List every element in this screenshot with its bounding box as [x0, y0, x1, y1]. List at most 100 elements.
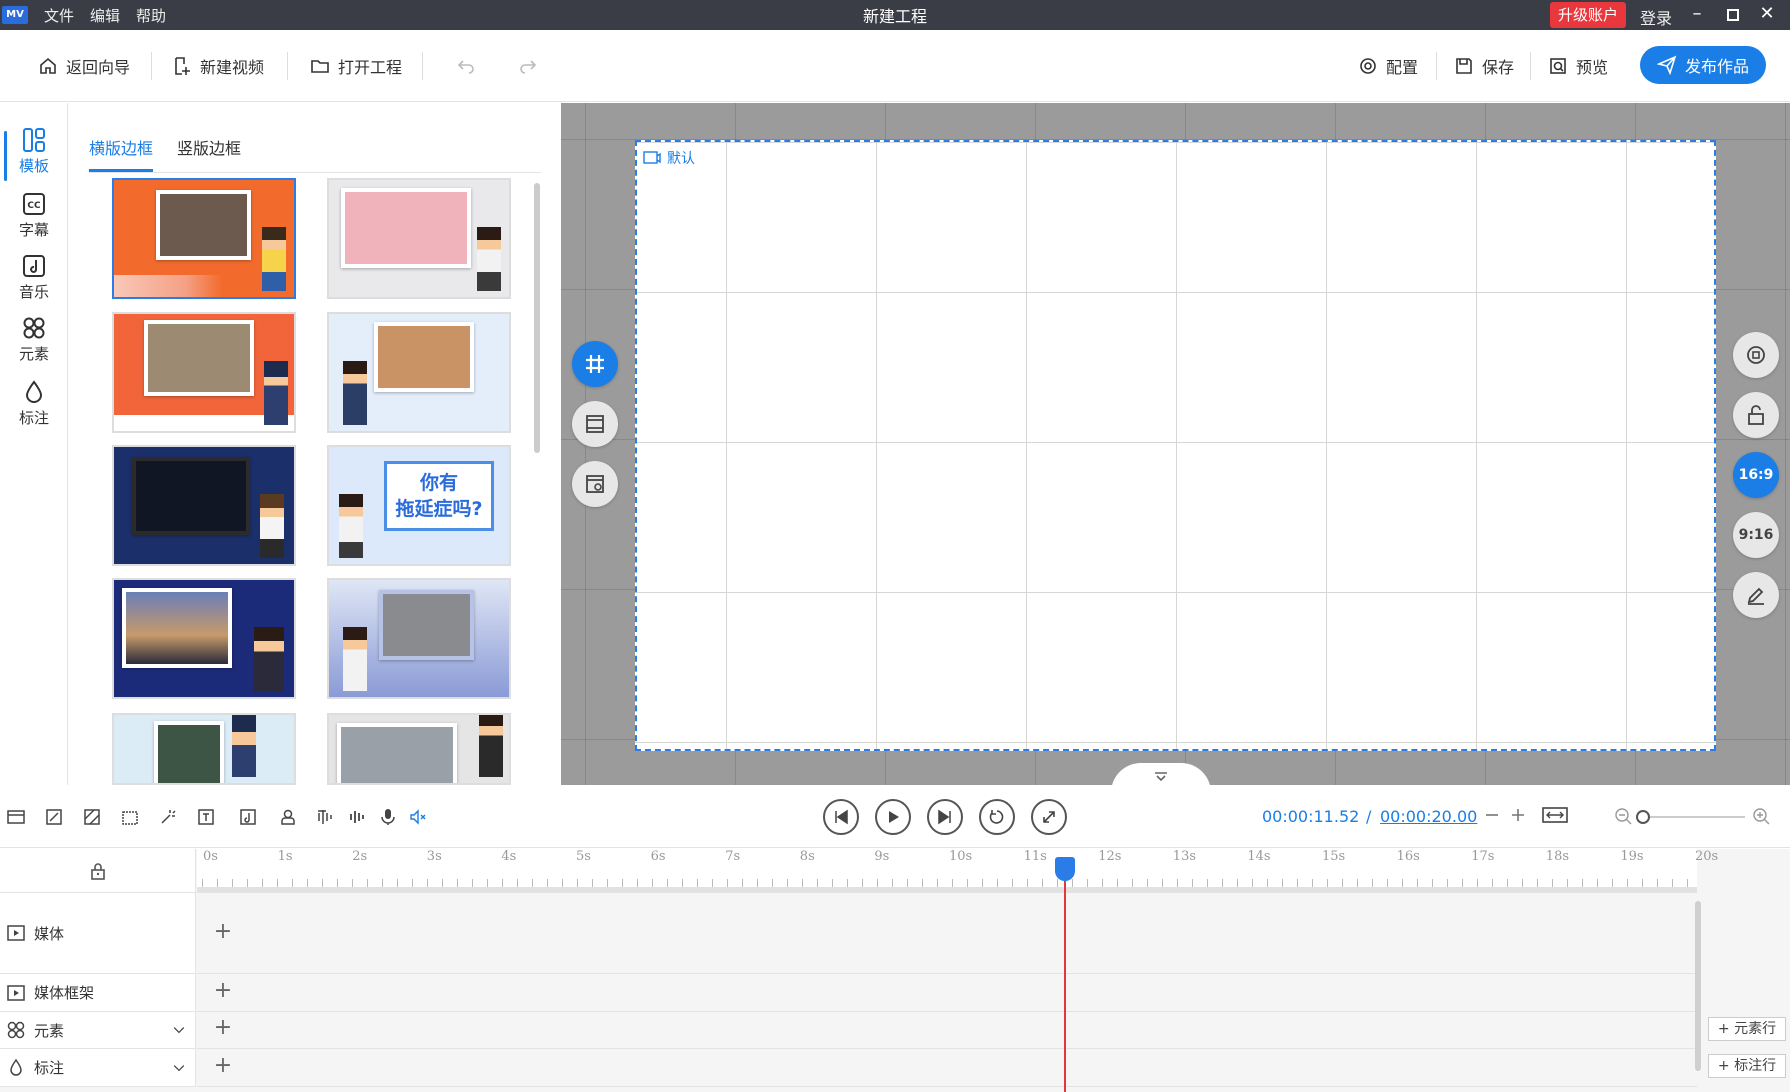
open-project-button[interactable]: 打开工程 [310, 52, 402, 80]
rotate-button[interactable] [1733, 332, 1779, 378]
new-video-button[interactable]: 新建视频 [172, 52, 264, 80]
template-thumb[interactable] [327, 713, 511, 785]
menu-file[interactable]: 文件 [44, 5, 74, 26]
safe-frame-button[interactable] [572, 401, 618, 447]
preview-button[interactable]: 预览 [1548, 52, 1608, 80]
add-annotation-button[interactable]: + [213, 1055, 233, 1077]
ruler-tick-label: 0s [203, 849, 218, 864]
back-to-wizard-button[interactable]: 返回向导 [38, 52, 130, 80]
undo-button[interactable] [456, 52, 476, 80]
text-tool-icon[interactable] [196, 807, 216, 827]
lock-button[interactable] [1733, 392, 1779, 438]
tab-portrait-frame[interactable]: 竖版边框 [177, 135, 241, 169]
transition-tool-icon[interactable] [82, 807, 102, 827]
login-link[interactable]: 登录 [1640, 5, 1672, 29]
chevron-down-icon[interactable] [171, 1058, 187, 1078]
send-icon [1656, 55, 1677, 75]
save-button[interactable]: 保存 [1454, 52, 1514, 80]
add-media-button[interactable]: + [213, 921, 233, 943]
mute-icon[interactable] [408, 807, 428, 827]
add-element-button[interactable]: + [213, 1017, 233, 1039]
menu-help[interactable]: 帮助 [136, 5, 166, 26]
template-thumb[interactable] [112, 312, 296, 433]
track-lane-media[interactable]: + [197, 893, 1697, 974]
track-lane-media-frame[interactable]: + [197, 974, 1697, 1012]
settings-label: 配置 [1386, 58, 1419, 77]
maximize-icon[interactable] [1718, 0, 1748, 30]
play-button[interactable] [875, 799, 911, 835]
minus-icon[interactable] [1482, 805, 1502, 825]
media-icon [7, 925, 25, 941]
template-thumb[interactable]: 你有 拖延症吗? [327, 445, 511, 566]
add-element-row-button[interactable]: + 元素行 [1708, 1017, 1786, 1041]
track-lane-annotation[interactable]: + [197, 1049, 1697, 1087]
ratio-9-16-button[interactable]: 9:16 [1733, 512, 1779, 558]
music-tool-icon[interactable] [238, 807, 258, 827]
left-nav: 模板 CC 字幕 音乐 元素 标注 [0, 103, 68, 785]
menu-edit[interactable]: 编辑 [90, 5, 120, 26]
template-thumb[interactable] [112, 178, 296, 299]
minimize-icon[interactable]: – [1682, 0, 1712, 30]
add-annotation-row-button[interactable]: + 标注行 [1708, 1054, 1786, 1078]
lock-icon[interactable] [88, 861, 108, 881]
template-thumb[interactable] [112, 578, 296, 699]
waveform-icon[interactable] [348, 807, 368, 827]
collapse-timeline-icon[interactable] [1111, 763, 1211, 785]
grid-toggle-button[interactable] [572, 341, 618, 387]
undo-icon [457, 60, 474, 74]
edit-button[interactable] [1733, 572, 1779, 618]
timeline-lock-cell [0, 849, 196, 893]
publish-button[interactable]: 发布作品 [1640, 46, 1766, 84]
panel-scrollbar[interactable] [534, 183, 540, 453]
template-thumb[interactable] [327, 312, 511, 433]
nav-elements[interactable]: 元素 [0, 315, 68, 373]
split-audio-icon[interactable] [316, 807, 336, 827]
person-tool-icon[interactable] [278, 807, 298, 827]
fit-width-icon[interactable] [1542, 805, 1568, 825]
filter-tool-icon[interactable] [120, 807, 140, 827]
frame-settings-button[interactable] [572, 461, 618, 507]
clip-tool-icon[interactable] [6, 807, 26, 827]
tab-landscape-frame[interactable]: 横版边框 [89, 135, 154, 172]
zoom-slider-track[interactable] [1640, 816, 1745, 818]
upgrade-account-button[interactable]: 升级账户 [1550, 2, 1627, 28]
template-thumb[interactable] [112, 713, 296, 785]
close-icon[interactable]: ✕ [1752, 0, 1782, 30]
chevron-down-icon[interactable] [171, 1020, 187, 1040]
timeline-scrollbar[interactable] [1695, 901, 1701, 1071]
template-thumb[interactable] [327, 178, 511, 299]
zoom-out-icon[interactable] [1614, 807, 1634, 827]
time-ruler[interactable]: 0s 1s 2s 3s 4s 5s 6s 7s 8s 9s 10s 11s 12s 13s 14s 15s 16… [197, 849, 1718, 893]
ruler-tick-label: 19s [1620, 849, 1644, 864]
nav-annotation[interactable]: 标注 [0, 379, 68, 437]
ruler-tick-label: 7s [725, 849, 741, 864]
zoom-slider-knob[interactable] [1636, 810, 1650, 824]
template-thumb[interactable] [112, 445, 296, 566]
template-thumb[interactable] [327, 578, 511, 699]
replay-button[interactable] [979, 799, 1015, 835]
crop-tool-icon[interactable] [44, 807, 64, 827]
track-lane-elements[interactable]: + [197, 1012, 1697, 1049]
nav-subtitle[interactable]: CC 字幕 [0, 191, 68, 249]
ratio-16-9-button[interactable]: 16:9 [1733, 452, 1779, 498]
fullscreen-button[interactable] [1031, 799, 1067, 835]
nav-music[interactable]: 音乐 [0, 253, 68, 311]
redo-button[interactable] [518, 52, 538, 80]
elements-icon [23, 317, 45, 339]
zoom-in-icon[interactable] [1752, 807, 1772, 827]
playhead-line [1064, 863, 1066, 1092]
settings-button[interactable]: 配置 [1358, 52, 1418, 80]
video-canvas[interactable]: 默认 [635, 140, 1716, 751]
previous-button[interactable] [823, 799, 859, 835]
ruler-tick-label: 6s [650, 849, 666, 864]
total-time[interactable]: 00:00:20.00 [1380, 807, 1477, 826]
effect-tool-icon[interactable] [158, 807, 178, 827]
plus-icon[interactable] [1508, 805, 1528, 825]
microphone-icon[interactable] [378, 807, 398, 827]
add-media-frame-button[interactable]: + [213, 980, 233, 1002]
next-button[interactable] [927, 799, 963, 835]
playhead-handle[interactable] [1055, 857, 1075, 881]
canvas-label: 默认 [643, 148, 695, 168]
nav-template[interactable]: 模板 [0, 127, 68, 185]
home-icon [40, 57, 56, 74]
